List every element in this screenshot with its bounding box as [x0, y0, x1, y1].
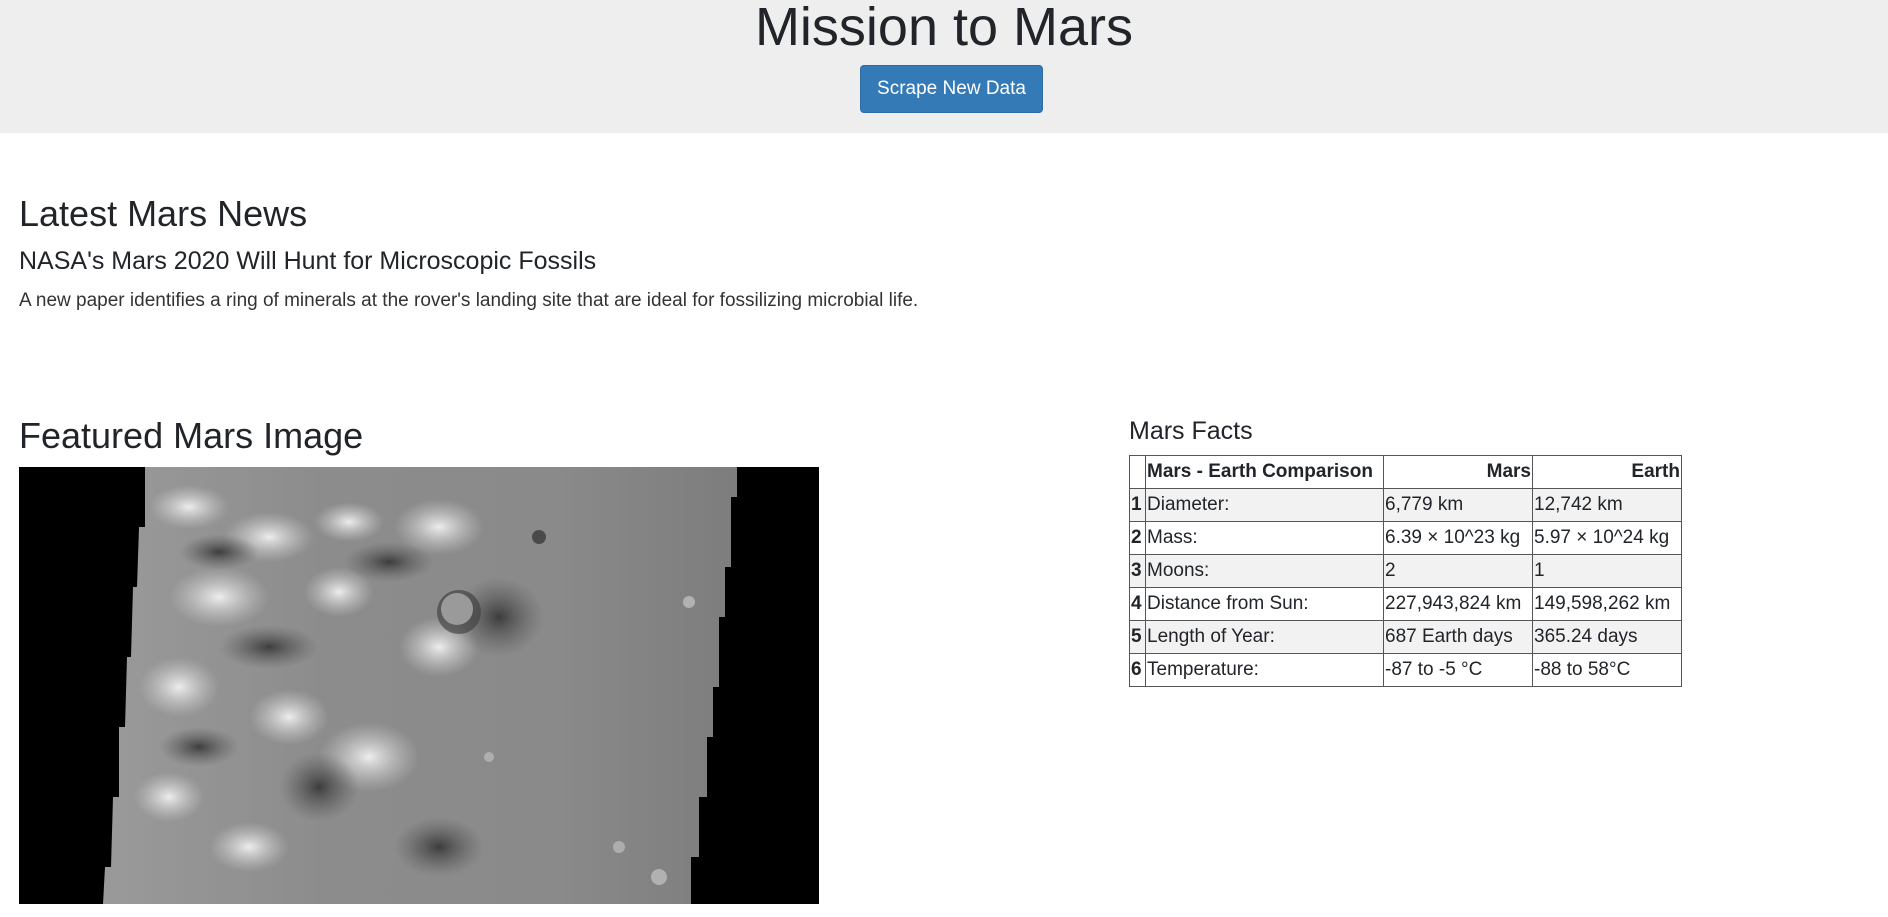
scrape-new-data-button[interactable]: Scrape New Data	[860, 65, 1043, 113]
row-label: Moons:	[1145, 554, 1384, 588]
column-header-comparison: Mars - Earth Comparison	[1145, 455, 1384, 489]
featured-image-heading: Featured Mars Image	[19, 415, 364, 456]
featured-mars-image	[19, 467, 819, 904]
row-index: 1	[1129, 488, 1146, 522]
table-row: 2 Mass: 6.39 × 10^23 kg 5.97 × 10^24 kg	[1129, 521, 1682, 555]
mars-value: -87 to -5 °C	[1383, 653, 1533, 687]
news-teaser: A new paper identifies a ring of mineral…	[19, 290, 919, 311]
mars-facts-heading: Mars Facts	[1129, 417, 1253, 445]
mars-value: 2	[1383, 554, 1533, 588]
mars-value: 6.39 × 10^23 kg	[1383, 521, 1533, 555]
mars-value: 227,943,824 km	[1383, 587, 1533, 621]
row-index: 5	[1129, 620, 1146, 654]
news-title: NASA's Mars 2020 Will Hunt for Microscop…	[19, 247, 597, 275]
table-row: 6 Temperature: -87 to -5 °C -88 to 58°C	[1129, 653, 1682, 687]
mars-value: 6,779 km	[1383, 488, 1533, 522]
earth-value: 5.97 × 10^24 kg	[1532, 521, 1682, 555]
column-header-earth: Earth	[1532, 455, 1682, 489]
column-header-mars: Mars	[1383, 455, 1533, 489]
earth-value: -88 to 58°C	[1532, 653, 1682, 687]
row-label: Diameter:	[1145, 488, 1384, 522]
mars-facts-table: Mars - Earth Comparison Mars Earth 1 Dia…	[1129, 455, 1682, 687]
table-row: 3 Moons: 2 1	[1129, 554, 1682, 588]
earth-value: 365.24 days	[1532, 620, 1682, 654]
column-header-index	[1129, 455, 1146, 489]
row-index: 6	[1129, 653, 1146, 687]
mars-value: 687 Earth days	[1383, 620, 1533, 654]
row-index: 4	[1129, 587, 1146, 621]
earth-value: 12,742 km	[1532, 488, 1682, 522]
table-row: 5 Length of Year: 687 Earth days 365.24 …	[1129, 620, 1682, 654]
earth-value: 1	[1532, 554, 1682, 588]
mars-terrain-image	[19, 467, 819, 904]
row-index: 2	[1129, 521, 1146, 555]
earth-value: 149,598,262 km	[1532, 587, 1682, 621]
row-index: 3	[1129, 554, 1146, 588]
latest-news-heading: Latest Mars News	[19, 193, 308, 234]
row-label: Mass:	[1145, 521, 1384, 555]
table-row: 4 Distance from Sun: 227,943,824 km 149,…	[1129, 587, 1682, 621]
row-label: Length of Year:	[1145, 620, 1384, 654]
page-title: Mission to Mars	[754, 0, 1134, 57]
row-label: Distance from Sun:	[1145, 587, 1384, 621]
row-label: Temperature:	[1145, 653, 1384, 687]
table-header-row: Mars - Earth Comparison Mars Earth	[1129, 455, 1682, 489]
table-row: 1 Diameter: 6,779 km 12,742 km	[1129, 488, 1682, 522]
header-jumbotron: Mission to Mars Scrape New Data	[0, 0, 1888, 133]
